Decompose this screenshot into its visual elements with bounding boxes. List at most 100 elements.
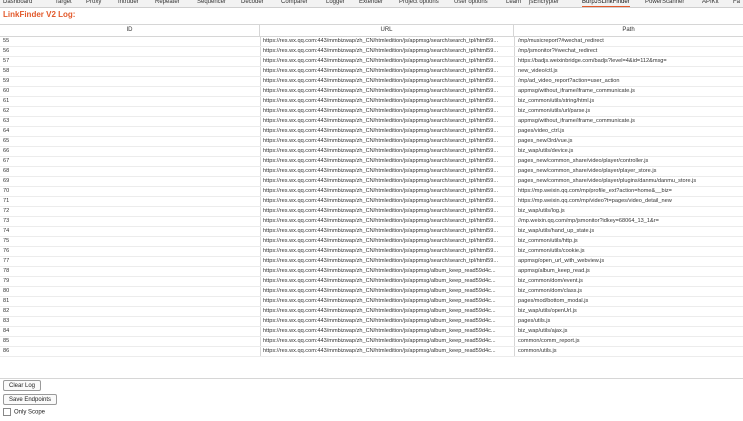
- tab-jsencrypter[interactable]: jsEncrypter: [529, 0, 559, 6]
- table-row[interactable]: 69 https://res.wx.qq.com:443/mmbizwap/zh_…: [0, 177, 743, 187]
- table-row[interactable]: 55 https://res.wx.qq.com:443/mmbizwap/zh_…: [0, 37, 743, 47]
- row-path-cell: common/comm_report.js: [514, 337, 743, 346]
- table-row[interactable]: 58 https://res.wx.qq.com:443/mmbizwap/zh_…: [0, 67, 743, 77]
- row-path-cell: //mp.weixin.qq.com/mp/jsmonitor?idkey=68…: [514, 217, 743, 226]
- table-row[interactable]: 73 https://res.wx.qq.com:443/mmbizwap/zh_…: [0, 217, 743, 227]
- row-url-cell: https://res.wx.qq.com:443/mmbizwap/zh_CN…: [260, 287, 515, 296]
- table-row[interactable]: 86 https://res.wx.qq.com:443/mmbizwap/zh_…: [0, 347, 743, 357]
- row-url-cell: https://res.wx.qq.com:443/mmbizwap/zh_CN…: [260, 317, 515, 326]
- log-table[interactable]: 54https://res.wx.qq.com:443/mmbizwap/zh_…: [0, 24, 743, 379]
- row-path-cell: biz_wap/utils/log.js: [514, 207, 743, 216]
- tab-project-options[interactable]: Project options: [399, 0, 439, 6]
- tab-decoder[interactable]: Decoder: [241, 0, 264, 6]
- row-id-cell: 65: [3, 138, 10, 144]
- tab-comparer[interactable]: Comparer: [281, 0, 308, 6]
- only-scope-checkbox[interactable]: Only Scope: [3, 408, 45, 417]
- tab-sequencer[interactable]: Sequencer: [197, 0, 226, 6]
- row-path-cell: biz_common/utils/http.js: [514, 237, 743, 246]
- row-path-cell: biz_wap/utils/ajax.js: [514, 327, 743, 336]
- table-row[interactable]: 57 https://res.wx.qq.com:443/mmbizwap/zh_…: [0, 57, 743, 67]
- row-id-cell: 61: [3, 98, 10, 104]
- table-row[interactable]: 78 https://res.wx.qq.com:443/mmbizwap/zh_…: [0, 267, 743, 277]
- table-row[interactable]: 83 https://res.wx.qq.com:443/mmbizwap/zh_…: [0, 317, 743, 327]
- row-url-cell: https://res.wx.qq.com:443/mmbizwap/zh_CN…: [260, 277, 515, 286]
- row-path-cell: biz_wap/utils/hand_up_state.js: [514, 227, 743, 236]
- tab-logger[interactable]: Logger: [326, 0, 345, 6]
- row-path-cell: biz_wap/utils/openUrl.js: [514, 307, 743, 316]
- only-scope-checkbox-box[interactable]: [3, 408, 11, 416]
- row-id-cell: 82: [3, 308, 10, 314]
- row-id-cell: 55: [3, 38, 10, 44]
- table-row[interactable]: 75 https://res.wx.qq.com:443/mmbizwap/zh_…: [0, 237, 743, 247]
- row-path-cell: https://mp.weixin.qq.com/mp/profile_ext?…: [514, 187, 743, 196]
- row-url-cell: https://res.wx.qq.com:443/mmbizwap/zh_CN…: [260, 97, 515, 106]
- row-id-cell: 64: [3, 128, 10, 134]
- tab-user-options[interactable]: User options: [454, 0, 488, 6]
- row-url-cell: https://res.wx.qq.com:443/mmbizwap/zh_CN…: [260, 347, 515, 356]
- table-row[interactable]: 65 https://res.wx.qq.com:443/mmbizwap/zh_…: [0, 137, 743, 147]
- row-id-cell: 56: [3, 48, 10, 54]
- clear-log-button[interactable]: Clear Log: [3, 380, 42, 391]
- row-path-cell: biz_common/dom/event.js: [514, 277, 743, 286]
- tab-target[interactable]: Target: [55, 0, 72, 6]
- save-endpoints-button[interactable]: Save Endpoints: [3, 394, 58, 405]
- row-url-cell: https://res.wx.qq.com:443/mmbizwap/zh_CN…: [260, 187, 515, 196]
- tab-apikit[interactable]: APIKit: [702, 0, 719, 6]
- tab-extender[interactable]: Extender: [359, 0, 383, 6]
- table-row[interactable]: 72 https://res.wx.qq.com:443/mmbizwap/zh_…: [0, 207, 743, 217]
- table-row[interactable]: 74 https://res.wx.qq.com:443/mmbizwap/zh_…: [0, 227, 743, 237]
- row-url-cell: https://res.wx.qq.com:443/mmbizwap/zh_CN…: [260, 237, 515, 246]
- tab-learn[interactable]: Learn: [506, 0, 521, 6]
- table-row[interactable]: 64 https://res.wx.qq.com:443/mmbizwap/zh_…: [0, 127, 743, 137]
- tab-burpjslinkfinder[interactable]: BurpJSLinkFinder: [582, 0, 630, 7]
- row-path-cell: https://badjs.weixinbridge.com/badjs?lev…: [514, 57, 743, 66]
- table-row[interactable]: 77 https://res.wx.qq.com:443/mmbizwap/zh_…: [0, 257, 743, 267]
- tab-repeater[interactable]: Repeater: [155, 0, 180, 6]
- table-row[interactable]: 59 https://res.wx.qq.com:443/mmbizwap/zh_…: [0, 77, 743, 87]
- table-row[interactable]: 84 https://res.wx.qq.com:443/mmbizwap/zh_…: [0, 327, 743, 337]
- table-row[interactable]: 81 https://res.wx.qq.com:443/mmbizwap/zh_…: [0, 297, 743, 307]
- tab-powerscanner[interactable]: PowerScanner: [645, 0, 684, 6]
- row-id-cell: 63: [3, 118, 10, 124]
- table-row[interactable]: 79 https://res.wx.qq.com:443/mmbizwap/zh_…: [0, 277, 743, 287]
- column-header-id[interactable]: ID: [0, 25, 260, 36]
- row-url-cell: https://res.wx.qq.com:443/mmbizwap/zh_CN…: [260, 137, 515, 146]
- table-row[interactable]: 71 https://res.wx.qq.com:443/mmbizwap/zh_…: [0, 197, 743, 207]
- tab-dashboard[interactable]: Dashboard: [3, 0, 32, 6]
- table-row[interactable]: 76 https://res.wx.qq.com:443/mmbizwap/zh_…: [0, 247, 743, 257]
- row-path-cell: /mp/jsmonitor?#wechat_redirect: [514, 47, 743, 56]
- table-row[interactable]: 70 https://res.wx.qq.com:443/mmbizwap/zh_…: [0, 187, 743, 197]
- table-row[interactable]: 80 https://res.wx.qq.com:443/mmbizwap/zh_…: [0, 287, 743, 297]
- tab-proxy[interactable]: Proxy: [86, 0, 101, 6]
- row-id-cell: 74: [3, 228, 10, 234]
- table-row[interactable]: 68 https://res.wx.qq.com:443/mmbizwap/zh_…: [0, 167, 743, 177]
- table-row[interactable]: 85 https://res.wx.qq.com:443/mmbizwap/zh_…: [0, 337, 743, 347]
- row-url-cell: https://res.wx.qq.com:443/mmbizwap/zh_CN…: [260, 47, 515, 56]
- row-url-cell: https://res.wx.qq.com:443/mmbizwap/zh_CN…: [260, 37, 515, 46]
- row-id-cell: 72: [3, 208, 10, 214]
- row-path-cell: https://mp.weixin.qq.com/mp/video?t=page…: [514, 197, 743, 206]
- log-title: LinkFinder V2 Log:: [3, 10, 76, 19]
- row-url-cell: https://res.wx.qq.com:443/mmbizwap/zh_CN…: [260, 167, 515, 176]
- table-row[interactable]: 56 https://res.wx.qq.com:443/mmbizwap/zh_…: [0, 47, 743, 57]
- table-row[interactable]: 82 https://res.wx.qq.com:443/mmbizwap/zh_…: [0, 307, 743, 317]
- row-url-cell: https://res.wx.qq.com:443/mmbizwap/zh_CN…: [260, 227, 515, 236]
- log-table-header: ID URL Path: [0, 25, 743, 37]
- column-header-path[interactable]: Path: [514, 25, 743, 36]
- row-path-cell: appmsg/without_iframe/iframe_communicate…: [514, 87, 743, 96]
- row-path-cell: common/utils.js: [514, 347, 743, 356]
- row-path-cell: pages/utils.js: [514, 317, 743, 326]
- row-url-cell: https://res.wx.qq.com:443/mmbizwap/zh_CN…: [260, 337, 515, 346]
- column-header-url[interactable]: URL: [260, 25, 514, 36]
- row-id-cell: 83: [3, 318, 10, 324]
- table-row[interactable]: 63 https://res.wx.qq.com:443/mmbizwap/zh_…: [0, 117, 743, 127]
- tab-intruder[interactable]: Intruder: [118, 0, 139, 6]
- table-row[interactable]: 61 https://res.wx.qq.com:443/mmbizwap/zh_…: [0, 97, 743, 107]
- table-row[interactable]: 62 https://res.wx.qq.com:443/mmbizwap/zh_…: [0, 107, 743, 117]
- row-path-cell: pages_new/common_share/video/player/plug…: [514, 177, 743, 186]
- table-row[interactable]: 66 https://res.wx.qq.com:443/mmbizwap/zh_…: [0, 147, 743, 157]
- row-url-cell: https://res.wx.qq.com:443/mmbizwap/zh_CN…: [260, 297, 515, 306]
- table-row[interactable]: 67 https://res.wx.qq.com:443/mmbizwap/zh_…: [0, 157, 743, 167]
- table-row[interactable]: 60 https://res.wx.qq.com:443/mmbizwap/zh_…: [0, 87, 743, 97]
- tab-fa[interactable]: Fa: [733, 0, 740, 6]
